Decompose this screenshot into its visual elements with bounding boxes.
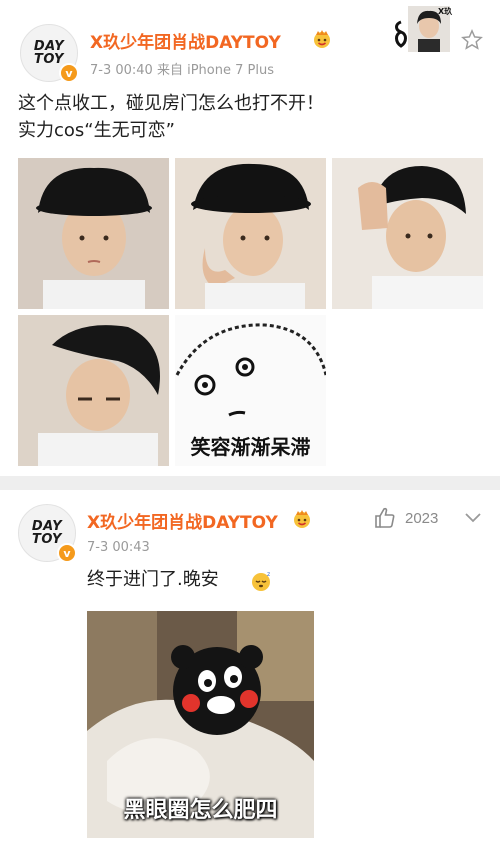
like-count: 2023 xyxy=(405,509,439,527)
like-button[interactable]: 2023 xyxy=(373,506,438,530)
thumbnail-label: X玖 xyxy=(438,7,453,16)
username[interactable]: X玖少年团肖战DAYTOY xyxy=(90,28,281,53)
chevron-down-icon[interactable] xyxy=(464,512,482,524)
image-caption: 黑眼圈怎么肥四 xyxy=(123,798,278,823)
photo-5-meme[interactable]: 笑容渐渐呆滞 xyxy=(175,315,326,466)
weibo-post-1: DAY TOY v X玖少年团肖战DAYTOY 7-3 00:40 来自 iPh… xyxy=(0,0,500,476)
decoration-icon xyxy=(395,20,407,48)
svg-text:z: z xyxy=(267,571,270,578)
post-divider xyxy=(0,476,500,490)
post-meta: 7-3 00:40 来自 iPhone 7 Plus xyxy=(90,63,274,78)
meme-caption: 笑容渐渐呆滞 xyxy=(190,435,311,459)
avatar[interactable]: DAY TOY v xyxy=(20,24,79,83)
verified-badge-icon: v xyxy=(59,63,79,83)
sleepy-emoji-icon: z xyxy=(252,571,270,591)
star-icon[interactable] xyxy=(461,29,483,51)
post-text: 终于进门了.晚安 xyxy=(87,569,219,590)
avatar-logo: DAY TOY xyxy=(33,39,65,67)
photo-2[interactable] xyxy=(175,158,326,309)
photo-1[interactable] xyxy=(18,158,169,309)
crown-emoji-icon xyxy=(294,510,310,528)
photo-4[interactable] xyxy=(18,315,169,466)
post-text: 这个点收工，碰见房门怎么也打不开！ 实力cos“生无可恋” xyxy=(18,93,324,141)
like-thumb-icon xyxy=(375,507,395,528)
verified-badge-icon: v xyxy=(57,543,77,563)
post-meta: 7-3 00:43 xyxy=(87,540,150,555)
photo-3[interactable] xyxy=(332,158,483,309)
username[interactable]: X玖少年团肖战DAYTOY xyxy=(87,508,278,533)
avatar[interactable]: DAY TOY v xyxy=(18,504,77,563)
crown-emoji-icon xyxy=(314,30,330,48)
avatar-logo: DAY TOY xyxy=(31,519,63,547)
post-image-kumamon[interactable]: 黑眼圈怎么肥四 xyxy=(87,611,314,838)
